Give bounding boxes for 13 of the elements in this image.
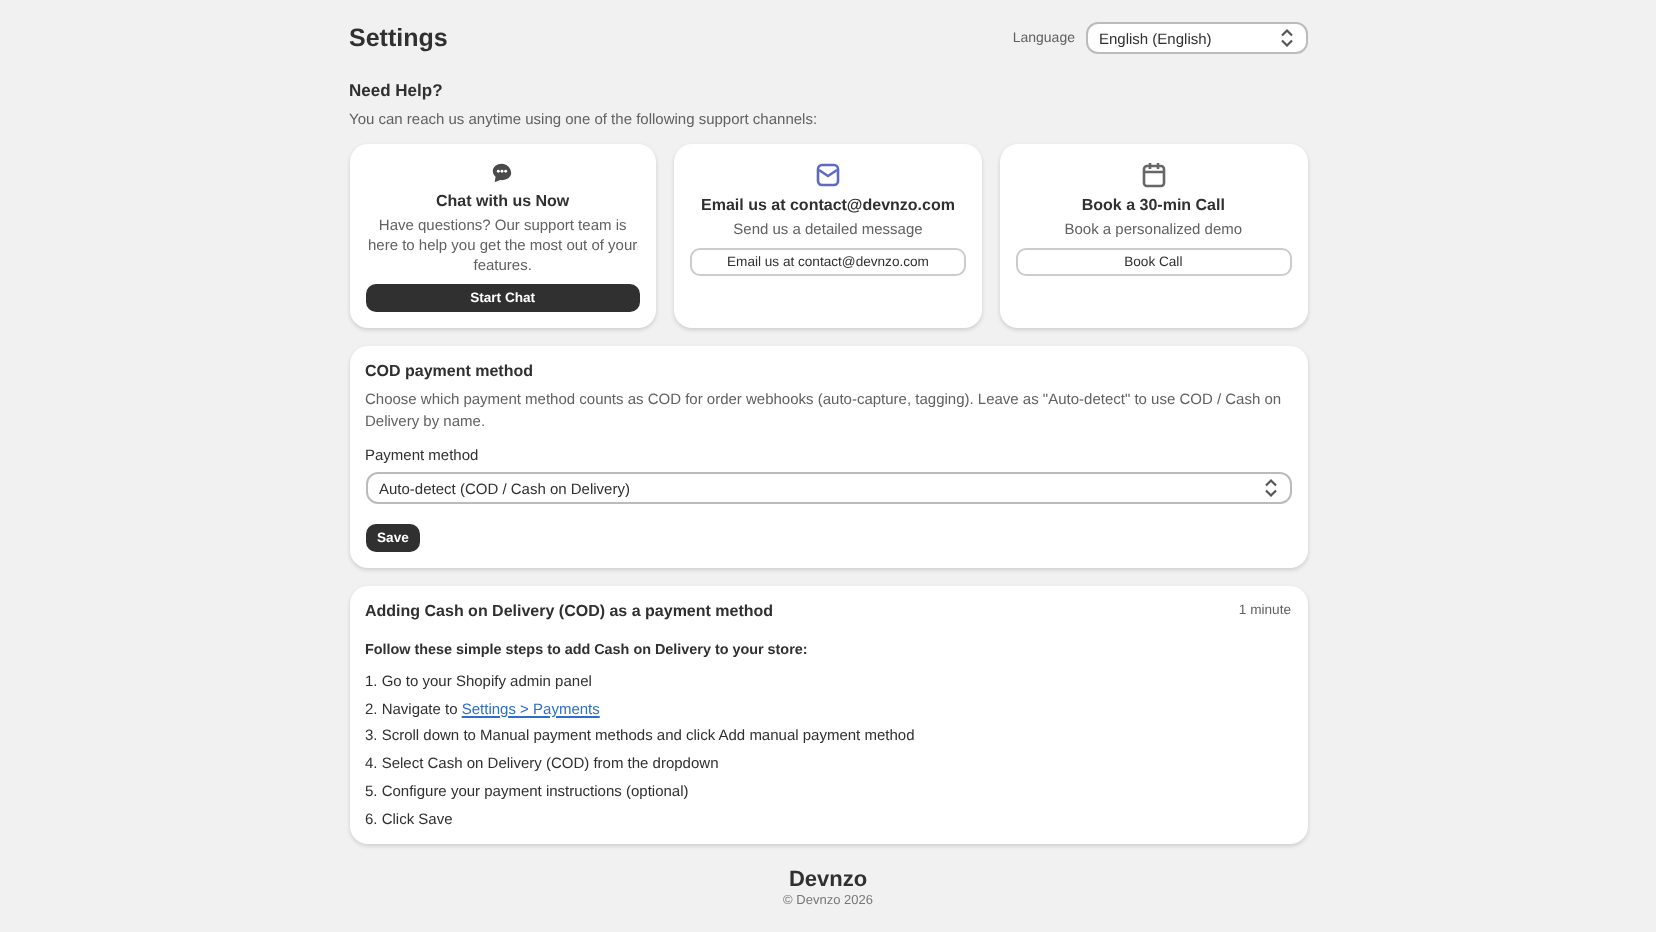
- page-title: Settings: [349, 24, 448, 52]
- card-title: Email us at contact@devnzo.com: [701, 196, 955, 214]
- card-title: Chat with us Now: [435, 192, 570, 210]
- chevron-icon: [1263, 478, 1277, 498]
- section-heading: Need Help?: [349, 80, 445, 100]
- envelope-icon: [815, 162, 840, 188]
- card-title: Adding Cash on Delivery (COD) as a payment method: [365, 602, 774, 620]
- chat-bubble-icon: [490, 162, 515, 184]
- card-title: COD payment method: [365, 362, 536, 380]
- calendar-icon: [1141, 162, 1166, 188]
- chevron-icon: [1279, 28, 1293, 48]
- card-title: Book a 30-min Call: [1081, 196, 1225, 214]
- footer-brand: Devnzo: [786, 867, 870, 892]
